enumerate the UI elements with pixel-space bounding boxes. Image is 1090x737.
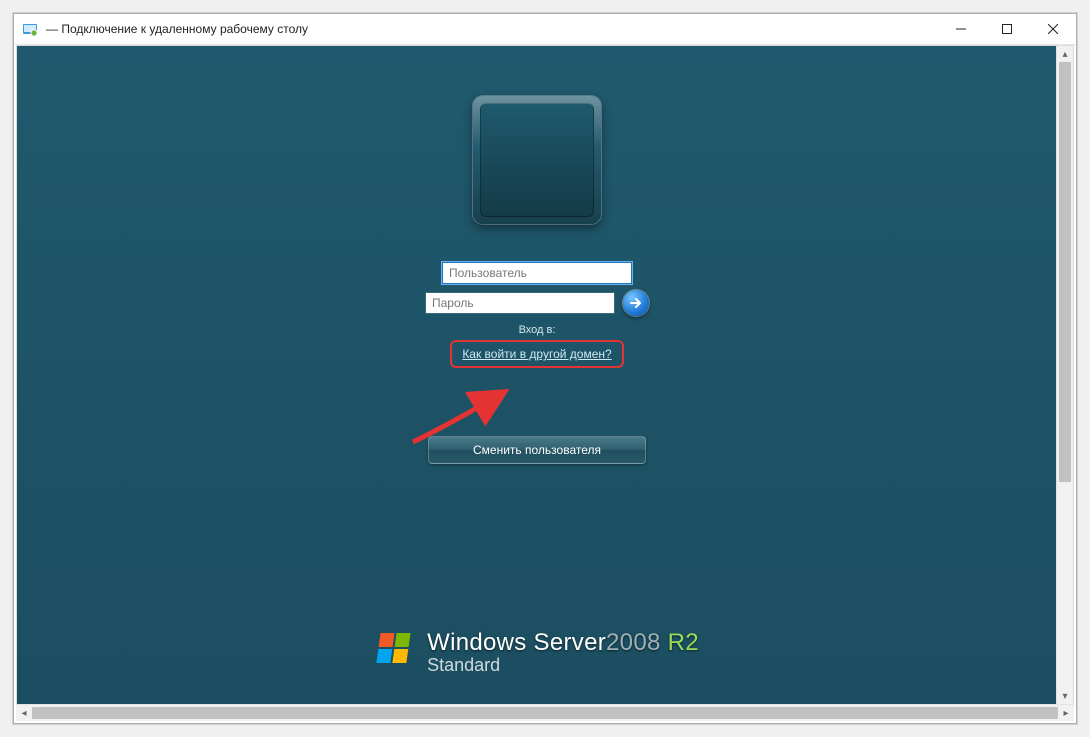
horizontal-scrollbar[interactable]: ◂ ▸ bbox=[16, 704, 1074, 721]
login-domain-label: Вход в: bbox=[519, 324, 556, 336]
vertical-scrollbar[interactable]: ▴ ▾ bbox=[1056, 46, 1073, 704]
brand-year: 2008 bbox=[606, 629, 661, 656]
remote-desktop-area: Вход в: Как войти в другой домен? Сменит… bbox=[17, 46, 1057, 704]
remote-viewport: Вход в: Как войти в другой домен? Сменит… bbox=[16, 45, 1074, 705]
brand-product: Windows Server bbox=[427, 629, 606, 656]
highlight-annotation: Как войти в другой домен? bbox=[450, 340, 623, 368]
windows-flag-icon bbox=[375, 629, 415, 669]
scroll-left-icon[interactable]: ◂ bbox=[16, 705, 32, 721]
user-avatar-frame bbox=[473, 96, 601, 224]
scroll-right-icon[interactable]: ▸ bbox=[1058, 705, 1074, 721]
login-panel: Вход в: Как войти в другой домен? Сменит… bbox=[425, 96, 649, 464]
titlebar: — Подключение к удаленному рабочему стол… bbox=[14, 14, 1076, 45]
switch-user-button[interactable]: Сменить пользователя bbox=[428, 436, 646, 464]
window-title: — Подключение к удаленному рабочему стол… bbox=[46, 22, 308, 36]
password-input[interactable] bbox=[425, 292, 615, 314]
os-branding: Windows Server2008 R2 Standard bbox=[375, 629, 699, 676]
scroll-up-icon[interactable]: ▴ bbox=[1057, 46, 1073, 62]
switch-user-label: Сменить пользователя bbox=[473, 443, 601, 457]
brand-text: Windows Server2008 R2 Standard bbox=[427, 629, 699, 676]
brand-edition: Standard bbox=[427, 655, 699, 676]
rdp-client-window: — Подключение к удаленному рабочему стол… bbox=[13, 13, 1077, 724]
brand-r2: R2 bbox=[668, 629, 699, 656]
password-row bbox=[425, 290, 649, 316]
maximize-button[interactable] bbox=[984, 14, 1030, 44]
horizontal-scroll-thumb[interactable] bbox=[32, 707, 1058, 719]
close-button[interactable] bbox=[1030, 14, 1076, 44]
vertical-scroll-thumb[interactable] bbox=[1059, 62, 1071, 482]
scroll-down-icon[interactable]: ▾ bbox=[1057, 688, 1073, 704]
username-input[interactable] bbox=[442, 262, 632, 284]
other-domain-link[interactable]: Как войти в другой домен? bbox=[462, 347, 611, 361]
username-row bbox=[442, 262, 632, 284]
rdp-app-icon bbox=[22, 21, 38, 37]
minimize-button[interactable] bbox=[938, 14, 984, 44]
user-avatar bbox=[480, 103, 594, 217]
submit-login-button[interactable] bbox=[623, 290, 649, 316]
